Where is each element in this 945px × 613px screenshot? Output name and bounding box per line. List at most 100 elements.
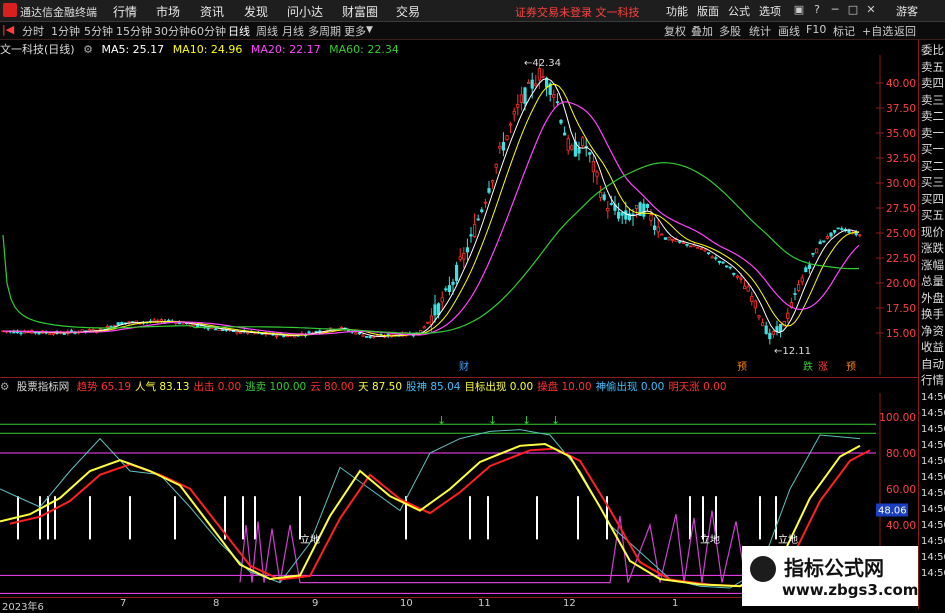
btn-fuquan[interactable]: 复权 [664,23,686,39]
candle-body [753,300,758,309]
period-weekly[interactable]: 周线 [256,23,278,39]
btn-multi-stock[interactable]: 多股 [719,23,741,39]
btn-overlay[interactable]: 叠加 [691,23,713,39]
menu-wealth[interactable]: 财富圈 [342,3,378,20]
period-60min[interactable]: 60分钟 [190,23,226,39]
candle-body [761,322,765,327]
candle-body [577,147,581,154]
menu-xiaoda[interactable]: 问小达 [287,3,323,20]
btn-mark[interactable]: 标记 [833,23,855,39]
side-panel-item: 委比 [921,43,944,57]
indicator-name[interactable]: 股票指标网 [17,381,70,393]
menu-discover[interactable]: 发现 [244,3,268,20]
candle-body [732,272,736,275]
candle-body [797,284,801,291]
menu-layout[interactable]: 版面 [697,3,719,19]
period-15min[interactable]: 15分钟 [116,23,152,39]
candle-body [483,201,488,204]
indicator-value: 趋势 65.19 [76,381,132,393]
btn-add-favorite[interactable]: +自选 [862,23,893,39]
app-logo-icon [3,3,17,17]
candle-body [728,266,732,269]
side-panel-item[interactable]: 行情 [921,372,945,388]
down-arrow-icon: ↓ [437,414,446,427]
menu-formula[interactable]: 公式 [728,3,750,19]
menu-options[interactable]: 选项 [759,3,781,19]
candle-body [422,326,426,329]
candle-body [739,277,743,280]
help-icon[interactable]: ? [810,2,824,17]
tool-arrow-icon[interactable]: |◀ [2,23,14,36]
candle-body [116,322,120,326]
btn-back[interactable]: 返回 [894,23,916,39]
side-panel-item: 14:50 [921,552,945,563]
candle-body [689,245,693,248]
candle-body [663,237,668,240]
btn-stats[interactable]: 统计 [749,23,771,39]
side-panel-item: 外盘 [921,290,944,305]
candle-body [501,141,506,151]
side-panel-item: 卖三 [921,92,944,107]
close-icon[interactable]: ✕ [864,2,878,17]
menu-bar: 通达信金融终端 行情 市场 资讯 发现 问小达 财富圈 交易 证券交易未登录 文… [0,0,945,22]
menu-news[interactable]: 资讯 [200,3,224,20]
candle-body [220,329,225,332]
btn-f10[interactable]: F10 [806,23,826,36]
indicator-gear-icon[interactable]: ⚙ [0,381,9,393]
candle-body [433,304,437,316]
candle-body [588,152,592,155]
candle-body [512,111,516,115]
candle-body [833,229,837,233]
candle-body [825,235,830,239]
skin-icon[interactable]: ▣ [792,2,806,17]
period-5min[interactable]: 5分钟 [84,23,113,39]
period-fenshi[interactable]: 分时 [22,23,44,39]
maximize-icon[interactable]: □ [846,2,860,17]
ma-line [2,101,860,336]
candle-body [807,264,812,269]
candle-body [725,265,729,268]
candle-body [858,234,862,237]
menu-function[interactable]: 功能 [666,3,688,19]
candle-body [357,332,362,335]
side-panel-item: 收益 [921,340,944,354]
period-daily[interactable]: 日线 [228,23,250,39]
candle-body [815,248,819,254]
kline-chart[interactable]: 40.00 37.50 35.00 32.50 30.00 27.50 25.00 22.50… [0,55,918,375]
period-multi[interactable]: 多周期 [308,23,341,39]
candle-body [717,260,722,263]
period-1min[interactable]: 1分钟 [51,23,80,39]
price-axis: 40.00 37.50 35.00 32.50 30.00 27.50 25.00 22.50… [876,55,916,375]
period-more[interactable]: 更多 [344,23,366,39]
candle-body [368,335,372,339]
minimize-icon[interactable]: ─ [828,2,842,17]
period-30min[interactable]: 30分钟 [154,23,190,39]
menu-market[interactable]: 行情 [113,3,137,20]
candle-body [181,322,185,325]
candle-body [476,218,480,221]
date-tick: 10 [400,598,413,609]
btn-draw[interactable]: 画线 [778,23,800,39]
pulse-line [239,510,747,584]
more-dropdown-icon[interactable]: ▼ [366,25,373,35]
candle-body [656,226,660,233]
guest-label[interactable]: 游客 [896,3,918,19]
menu-shichang[interactable]: 市场 [156,3,180,20]
candle-body [458,256,462,260]
candle-body [710,256,714,259]
candle-body [624,210,628,220]
candle-body [98,328,102,331]
indicator-value: 操盘 10.00 [537,381,592,393]
candle-body [494,163,498,168]
candle-body [563,132,567,136]
candle-body [570,145,574,150]
period-monthly[interactable]: 月线 [282,23,304,39]
side-panel-item: 卖四 [921,76,944,90]
candle-body [447,285,452,292]
menu-trade[interactable]: 交易 [396,3,420,20]
lidi-marker: 立地 [700,533,720,546]
current-value-label: 48.06 [878,505,907,516]
side-panel-item[interactable]: 自动 [921,356,945,372]
side-panel-item: 买三 [921,175,944,189]
candle-body [602,194,606,200]
